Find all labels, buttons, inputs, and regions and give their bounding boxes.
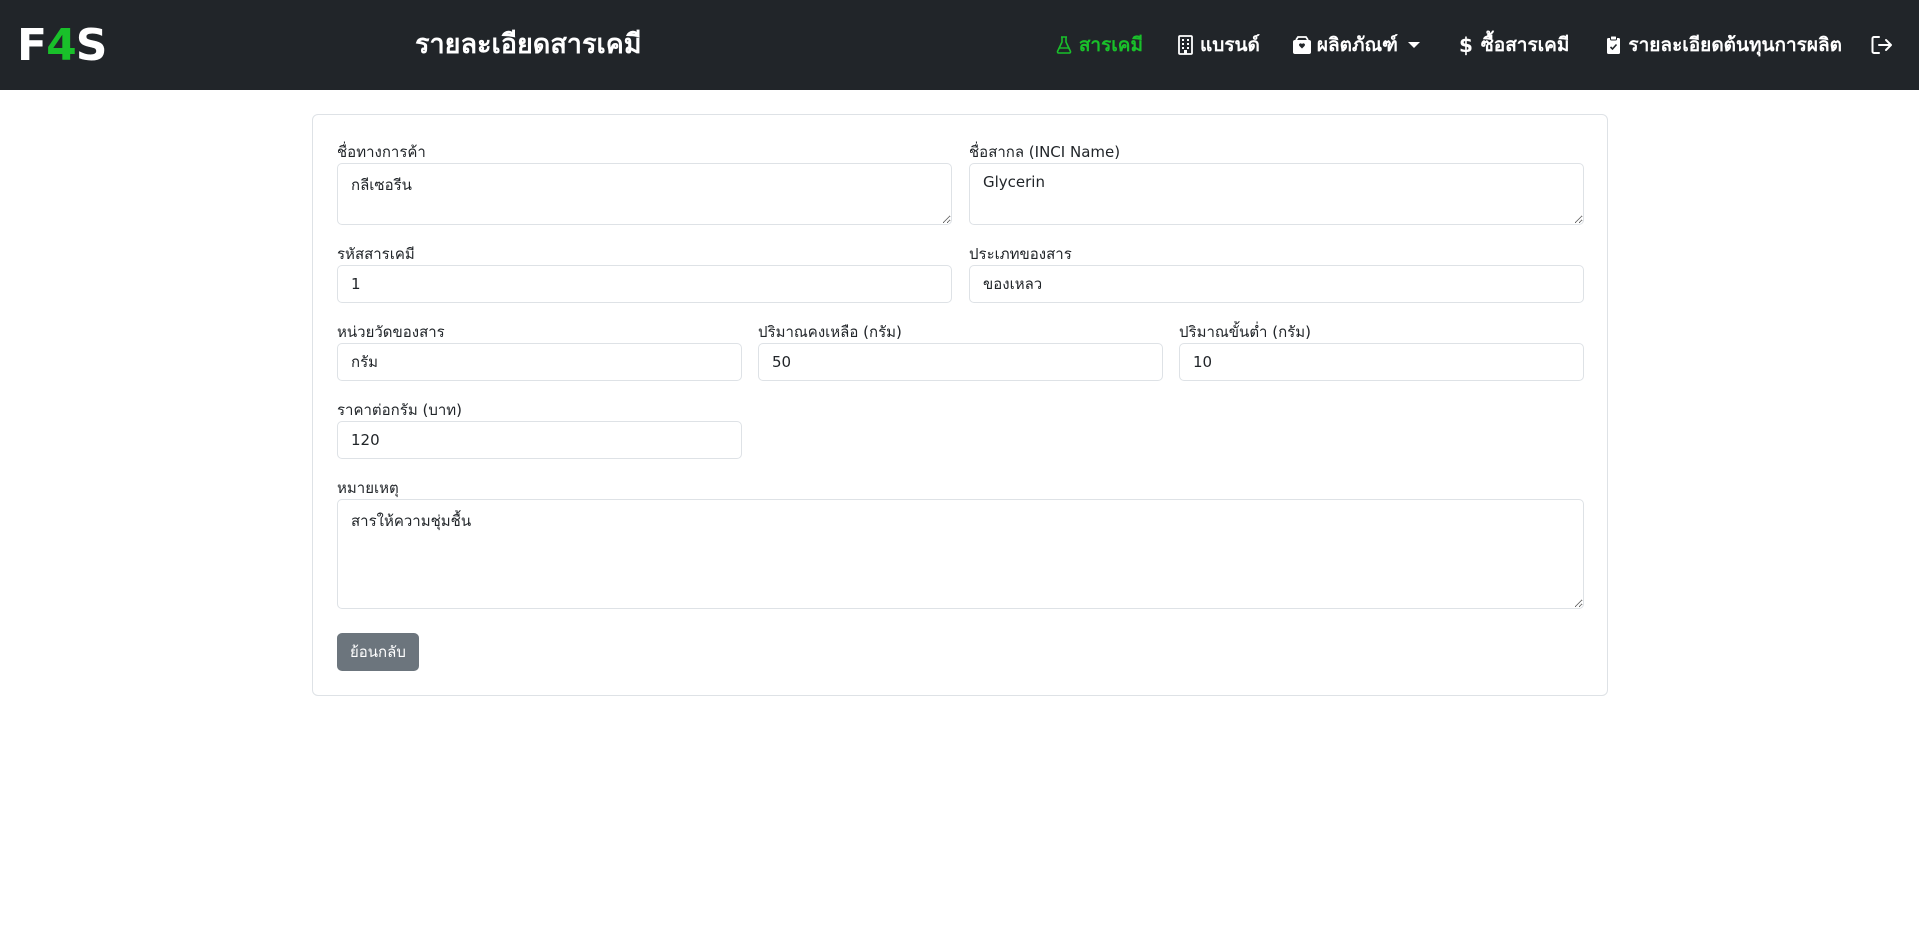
unit-group: หน่วยวัดของสาร [337,322,742,381]
nav-item-brands[interactable]: แบรนด์ [1175,30,1260,60]
chem-type-field[interactable] [969,265,1584,303]
chem-code-label: รหัสสารเคมี [337,245,415,263]
chem-type-group: ประเภทของสาร [969,244,1584,303]
top-navbar: F4S รายละเอียดสารเคมี สารเคมี แบรนด์ ผลิ… [0,0,1919,90]
page-title: รายละเอียดสารเคมี [415,29,642,60]
dollar-icon: $ [1458,33,1473,57]
trade-name-field[interactable]: กลีเซอรีน [337,163,952,225]
nav-label-brands: แบรนด์ [1200,34,1260,56]
brand-logo[interactable]: F4S [17,20,108,71]
building-icon [1175,34,1195,56]
note-field[interactable]: สารให้ความชุ่มชื้น [337,499,1584,609]
nav-label-products: ผลิตภัณฑ์ [1316,34,1398,56]
trade-name-group: ชื่อทางการค้า กลีเซอรีน [337,142,952,225]
trade-name-label: ชื่อทางการค้า [337,143,426,161]
inci-name-label: ชื่อสากล (INCI Name) [969,143,1121,161]
logo-letter-s: S [75,20,108,71]
nav-item-buy-chemicals[interactable]: $ ซื้อสารเคมี [1456,30,1570,60]
logo-letter-4: 4 [46,20,77,71]
inci-name-group: ชื่อสากล (INCI Name) Glycerin [969,142,1584,225]
remaining-label: ปริมาณคงเหลือ (กรัม) [758,323,902,341]
minimum-label: ปริมาณขั้นต่ำ (กรัม) [1179,323,1311,341]
chemical-detail-card: ชื่อทางการค้า กลีเซอรีน ชื่อสากล (INCI N… [312,114,1608,696]
chem-code-group: รหัสสารเคมี [337,244,952,303]
nav-item-chemicals[interactable]: สารเคมี [1054,30,1143,60]
logout-icon[interactable] [1870,33,1894,57]
inci-name-field[interactable]: Glycerin [969,163,1584,225]
minimum-group: ปริมาณขั้นต่ำ (กรัม) [1179,322,1584,381]
remaining-group: ปริมาณคงเหลือ (กรัม) [758,322,1163,381]
price-group: ราคาต่อกรัม (บาท) [337,400,742,459]
back-button[interactable]: ย้อนกลับ [337,633,419,671]
note-group: หมายเหตุ สารให้ความชุ่มชื้น [337,478,1584,609]
remaining-field[interactable] [758,343,1163,381]
unit-field[interactable] [337,343,742,381]
price-field[interactable] [337,421,742,459]
price-label: ราคาต่อกรัม (บาท) [337,401,463,419]
nav-label-production-cost: รายละเอียดต้นทุนการผลิต [1628,34,1842,56]
clipboard-icon [1603,34,1623,56]
chem-type-label: ประเภทของสาร [969,245,1072,263]
nav-item-production-cost[interactable]: รายละเอียดต้นทุนการผลิต [1603,30,1842,60]
nav-label-chemicals: สารเคมี [1078,34,1144,56]
note-label: หมายเหตุ [337,479,399,497]
nav-item-products[interactable]: ผลิตภัณฑ์ [1292,30,1420,60]
main-nav: สารเคมี แบรนด์ ผลิตภัณฑ์ $ ซื้อสารเคมี ร… [1054,0,1919,90]
nav-label-buy-chemicals: ซื้อสารเคมี [1480,34,1570,56]
unit-label: หน่วยวัดของสาร [337,323,445,341]
flask-icon [1054,34,1074,56]
logo-letter-f: F [17,20,47,71]
box-icon [1292,34,1312,56]
chem-code-field[interactable] [337,265,952,303]
minimum-field[interactable] [1179,343,1584,381]
chevron-down-icon [1407,42,1420,48]
